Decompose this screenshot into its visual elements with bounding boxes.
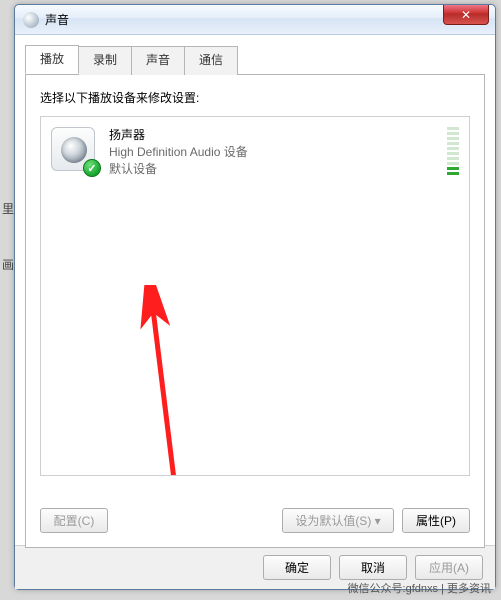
sound-dialog-window: 声音 ✕ 播放 录制 声音 通信 选择以下播放设备来修改设置: ✓ 扬声器: [14, 4, 496, 590]
device-text: 扬声器 High Definition Audio 设备 默认设备: [109, 127, 248, 178]
background-fragment: 里 画: [0, 0, 12, 600]
configure-button[interactable]: 配置(C): [40, 508, 108, 533]
device-item[interactable]: ✓ 扬声器 High Definition Audio 设备 默认设备: [49, 123, 461, 182]
level-meter: [447, 127, 459, 175]
cancel-button[interactable]: 取消: [339, 555, 407, 580]
tab-recording[interactable]: 录制: [78, 46, 132, 75]
properties-button[interactable]: 属性(P): [402, 508, 470, 533]
tab-communications[interactable]: 通信: [184, 46, 238, 75]
device-status: 默认设备: [109, 161, 248, 178]
device-description: High Definition Audio 设备: [109, 144, 248, 161]
tab-playback[interactable]: 播放: [25, 45, 79, 74]
instruction-text: 选择以下播放设备来修改设置:: [40, 89, 470, 106]
annotation-arrow-icon: [137, 285, 197, 476]
close-button[interactable]: ✕: [443, 5, 489, 25]
panel-button-row: 配置(C) 设为默认值(S) 属性(P): [40, 508, 470, 533]
apply-button[interactable]: 应用(A): [415, 555, 483, 580]
titlebar[interactable]: 声音 ✕: [15, 5, 495, 35]
watermark-text: 微信公众号:gfdnxs | 更多资讯: [348, 580, 491, 596]
default-check-icon: ✓: [83, 159, 101, 177]
ok-button[interactable]: 确定: [263, 555, 331, 580]
set-default-button[interactable]: 设为默认值(S): [282, 508, 394, 533]
close-icon: ✕: [461, 8, 471, 22]
tab-sounds[interactable]: 声音: [131, 46, 185, 75]
sound-titlebar-icon: [23, 12, 39, 28]
dialog-body: 播放 录制 声音 通信 选择以下播放设备来修改设置: ✓ 扬声器 High De…: [25, 45, 485, 543]
device-name: 扬声器: [109, 127, 248, 144]
device-list[interactable]: ✓ 扬声器 High Definition Audio 设备 默认设备: [40, 116, 470, 476]
window-title: 声音: [45, 11, 69, 28]
playback-panel: 选择以下播放设备来修改设置: ✓ 扬声器 High Definition Aud…: [25, 74, 485, 548]
tab-strip: 播放 录制 声音 通信: [25, 45, 485, 74]
speaker-icon: ✓: [51, 127, 99, 175]
